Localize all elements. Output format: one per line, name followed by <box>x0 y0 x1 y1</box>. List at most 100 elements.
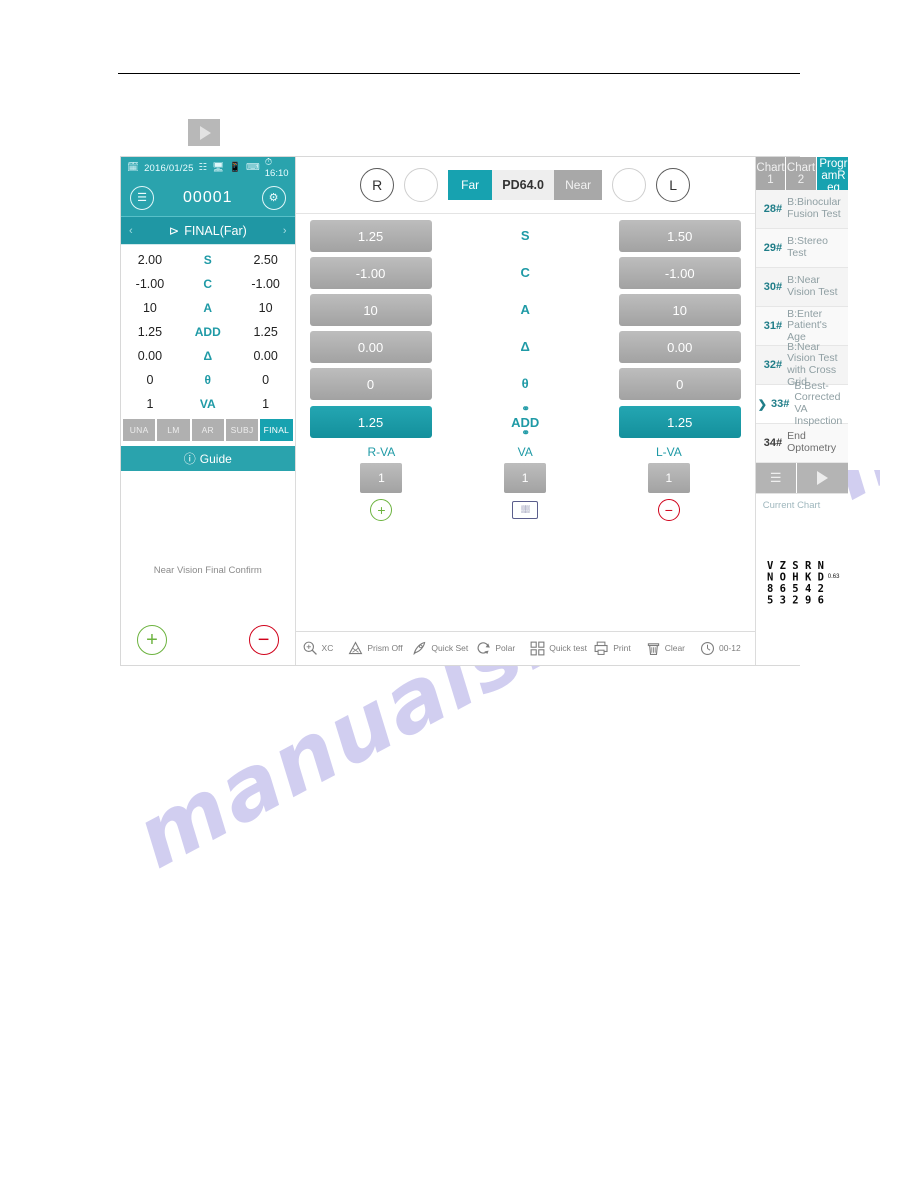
program-play-button[interactable] <box>796 463 849 493</box>
trash-icon <box>647 643 659 656</box>
table-row: 1 VA 1 <box>121 392 295 416</box>
row-label: ADD <box>194 325 221 339</box>
list-item[interactable]: 34# End Optometry <box>755 424 849 463</box>
toolbar-label: Quick Set <box>431 643 469 654</box>
row-label: Δ <box>203 349 213 363</box>
left-value-theta[interactable]: 0 <box>618 368 741 400</box>
rotate-plus-icon[interactable]: + <box>370 498 393 521</box>
value-right-eye: -1.00 <box>135 277 165 291</box>
left-value-prism[interactable]: 0.00 <box>618 331 741 363</box>
list-item[interactable]: 30# B:Near Vision Test <box>755 268 849 307</box>
chevron-right-icon[interactable]: › <box>283 225 287 237</box>
rx-label-s: S <box>520 228 530 244</box>
program-number: 34# <box>763 437 783 449</box>
right-value-prism[interactable]: 0.00 <box>309 331 432 363</box>
hamburger-icon[interactable]: ☰ <box>130 185 154 210</box>
toolbar-clear[interactable]: Clear <box>645 640 685 657</box>
pd-group: Far PD64.0 Near <box>448 170 603 200</box>
right-eye-indicator[interactable]: R <box>360 168 395 202</box>
row-label: θ <box>204 373 212 387</box>
tab-program-reg[interactable]: ProgramReg <box>816 157 849 194</box>
rotate-minus-icon[interactable]: − <box>657 498 680 521</box>
toolbar-timer[interactable]: 00-12 <box>699 640 741 657</box>
toolbar-print[interactable]: Print <box>593 640 631 657</box>
va-header-left: L-VA <box>655 444 682 459</box>
tab-lm[interactable]: LM <box>157 419 190 441</box>
rx-row-prism: 0.00 Δ 0.00 <box>309 331 741 363</box>
left-value-c[interactable]: -1.00 <box>618 257 741 289</box>
program-name: End Optometry <box>787 430 837 454</box>
mode-label-wrap: ⊳ FINAL(Far) <box>168 223 247 239</box>
battery-icon: 📱 <box>229 162 242 174</box>
right-eye-aux-indicator[interactable] <box>404 168 439 202</box>
table-row: 0.00 Δ 0.00 <box>121 344 295 368</box>
share-icon: ⊳ <box>168 224 180 238</box>
chart-preview: Current Chart VN85 ZO63 SH52 RK49 ND26 0… <box>755 493 849 665</box>
toolbar-quick-test[interactable]: Quick test <box>529 640 587 657</box>
toolbar-polar[interactable]: Polar <box>475 640 515 657</box>
left-eye-aux-indicator[interactable] <box>612 168 647 202</box>
tab-chart-1[interactable]: Chart 1 <box>755 157 787 190</box>
right-value-c[interactable]: -1.00 <box>309 257 432 289</box>
list-item[interactable]: 28# B:Binocular Fusion Test <box>755 190 849 229</box>
guide-plus-button[interactable]: + <box>137 625 167 655</box>
tab-ar[interactable]: AR <box>191 419 224 441</box>
network-icon: ☷ <box>198 162 208 174</box>
program-number: 28# <box>763 203 783 215</box>
chevron-left-icon[interactable]: ‹ <box>129 225 133 237</box>
right-value-s[interactable]: 1.25 <box>309 220 432 252</box>
tab-final[interactable]: FINAL <box>260 419 293 441</box>
va-value-left[interactable]: 1 <box>647 462 690 493</box>
va-column-binocular: VA 1 ▒▒ <box>453 445 597 521</box>
value-right-eye: 10 <box>142 301 157 315</box>
bottom-toolbar: XC Prism Off Quick Set Polar Quick test … <box>295 631 755 665</box>
value-left-eye: -1.00 <box>251 277 280 291</box>
link-icon: ⚭ <box>521 404 529 415</box>
list-item-selected[interactable]: ❯ 33# B:Best-Corrected VA Inspection <box>755 380 849 426</box>
program-list: 28# B:Binocular Fusion Test 29# B:Stereo… <box>755 190 849 463</box>
va-value-right[interactable]: 1 <box>360 462 403 493</box>
far-button[interactable]: Far <box>448 170 493 200</box>
right-value-add[interactable]: 1.25 <box>309 406 432 439</box>
near-button[interactable]: Near <box>554 170 603 200</box>
left-value-s[interactable]: 1.50 <box>618 220 741 252</box>
program-number: 32# <box>763 359 783 371</box>
toolbar-prism[interactable]: Prism Off <box>347 640 403 657</box>
left-eye-indicator[interactable]: L <box>656 168 691 202</box>
status-time: ⏱16:10 <box>264 157 289 179</box>
prism-icon <box>348 641 363 655</box>
chart-column: ZO63 <box>776 560 789 606</box>
page-header-rule <box>118 73 800 74</box>
gear-icon[interactable]: ⚙ <box>261 185 286 210</box>
polar-icon <box>477 642 491 655</box>
mode-label: FINAL(Far) <box>184 223 247 238</box>
keyboard-icon[interactable]: ▒▒ <box>512 500 539 519</box>
prescription-area: 1.25 S 1.50 -1.00 C -1.00 10 A 10 0.00 Δ… <box>296 214 755 631</box>
guide-minus-button[interactable]: − <box>248 625 279 655</box>
toolbar-xc[interactable]: XC <box>302 640 333 657</box>
tab-una[interactable]: UNA <box>123 419 156 441</box>
rx-label-theta: θ <box>521 376 529 392</box>
va-icon-wrap-right: + <box>370 498 393 521</box>
rx-row-s: 1.25 S 1.50 <box>309 220 741 252</box>
mode-bar[interactable]: ‹ ⊳ FINAL(Far) › <box>121 216 295 245</box>
left-value-add[interactable]: 1.25 <box>618 406 741 439</box>
va-value-binocular[interactable]: 1 <box>504 462 547 493</box>
toolbar-quick-set[interactable]: Quick Set <box>411 640 469 657</box>
grid-icon <box>530 641 545 656</box>
guide-message: Near Vision Final Confirm <box>153 565 262 576</box>
left-value-a[interactable]: 10 <box>618 294 741 326</box>
pd-value[interactable]: PD64.0 <box>492 170 555 200</box>
hamburger-icon[interactable]: ☰ <box>755 463 797 493</box>
right-value-theta[interactable]: 0 <box>309 368 432 400</box>
list-item[interactable]: 29# B:Stereo Test <box>755 229 849 268</box>
right-value-a[interactable]: 10 <box>309 294 432 326</box>
tab-chart-2[interactable]: Chart 2 <box>786 157 817 190</box>
toolbar-label: Prism Off <box>367 643 403 654</box>
standalone-play-button[interactable] <box>188 119 220 146</box>
rocket-icon <box>413 641 426 655</box>
value-left-eye: 1 <box>262 397 270 411</box>
tab-subj[interactable]: SUBJ <box>225 419 259 441</box>
table-row: 1.25 ADD 1.25 <box>121 320 295 344</box>
clock-icon <box>700 641 715 656</box>
